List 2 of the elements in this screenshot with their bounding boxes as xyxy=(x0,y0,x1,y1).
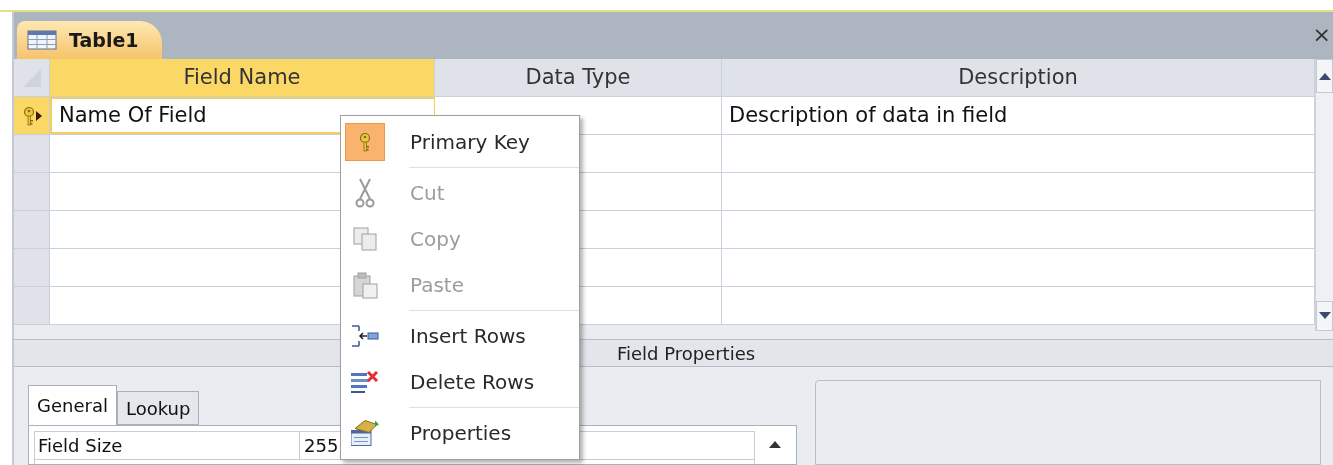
section-title: Field Properties xyxy=(616,341,756,366)
property-name: Field Size xyxy=(35,432,300,459)
